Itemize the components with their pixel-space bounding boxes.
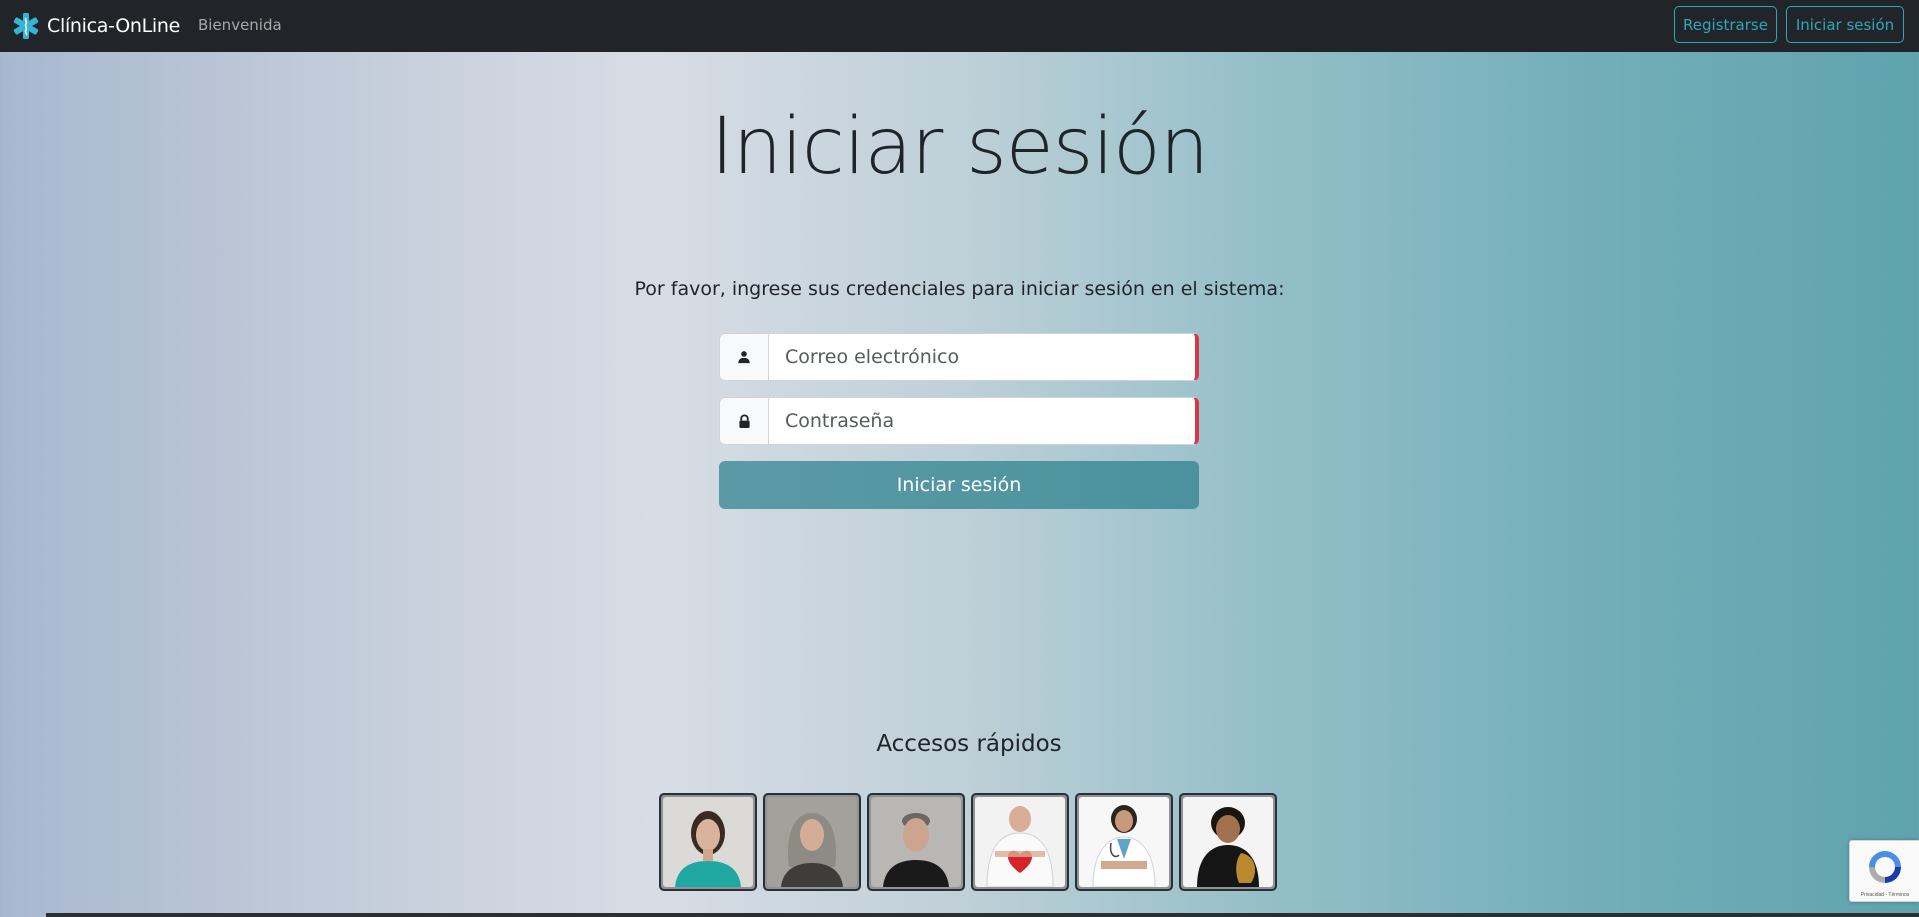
quick-access-profile-5[interactable] bbox=[1075, 793, 1173, 891]
recaptcha-terms[interactable]: Privacidad - Términos bbox=[1853, 892, 1917, 898]
avatar-image bbox=[975, 797, 1065, 887]
quick-access-profile-1[interactable] bbox=[659, 793, 757, 891]
quick-access-title: Accesos rápidos bbox=[876, 731, 1062, 757]
page-title: Iniciar sesión bbox=[710, 102, 1209, 192]
quick-access-list bbox=[659, 793, 1277, 891]
avatar-image bbox=[1183, 797, 1273, 887]
avatar-image bbox=[871, 797, 961, 887]
navbar: Clínica-OnLine Bienvenida Registrarse In… bbox=[0, 0, 1919, 52]
avatar-image bbox=[663, 797, 753, 887]
bottom-bar bbox=[46, 913, 1919, 917]
recaptcha-icon bbox=[1869, 851, 1901, 883]
lock-icon bbox=[719, 397, 768, 445]
quick-access-profile-6[interactable] bbox=[1179, 793, 1277, 891]
password-input-group bbox=[719, 397, 1199, 445]
nav-login-button[interactable]: Iniciar sesión bbox=[1786, 6, 1904, 43]
instructions-text: Por favor, ingrese sus credenciales para… bbox=[634, 278, 1285, 300]
password-field[interactable] bbox=[768, 397, 1199, 445]
avatar-image bbox=[1079, 797, 1169, 887]
register-button[interactable]: Registrarse bbox=[1674, 6, 1777, 43]
quick-access-profile-2[interactable] bbox=[763, 793, 861, 891]
nav-link-bienvenida[interactable]: Bienvenida bbox=[198, 16, 282, 34]
login-submit-button[interactable]: Iniciar sesión bbox=[719, 461, 1199, 509]
quick-access-profile-3[interactable] bbox=[867, 793, 965, 891]
user-icon bbox=[719, 333, 768, 381]
brand-name: Clínica-OnLine bbox=[47, 15, 181, 37]
email-input-group bbox=[719, 333, 1199, 381]
avatar-image bbox=[767, 797, 857, 887]
quick-access-profile-4[interactable] bbox=[971, 793, 1069, 891]
recaptcha-badge[interactable]: Privacidad - Términos bbox=[1849, 840, 1919, 902]
medical-star-icon bbox=[11, 11, 41, 41]
email-field[interactable] bbox=[768, 333, 1199, 381]
brand-link[interactable]: Clínica-OnLine bbox=[11, 10, 180, 42]
